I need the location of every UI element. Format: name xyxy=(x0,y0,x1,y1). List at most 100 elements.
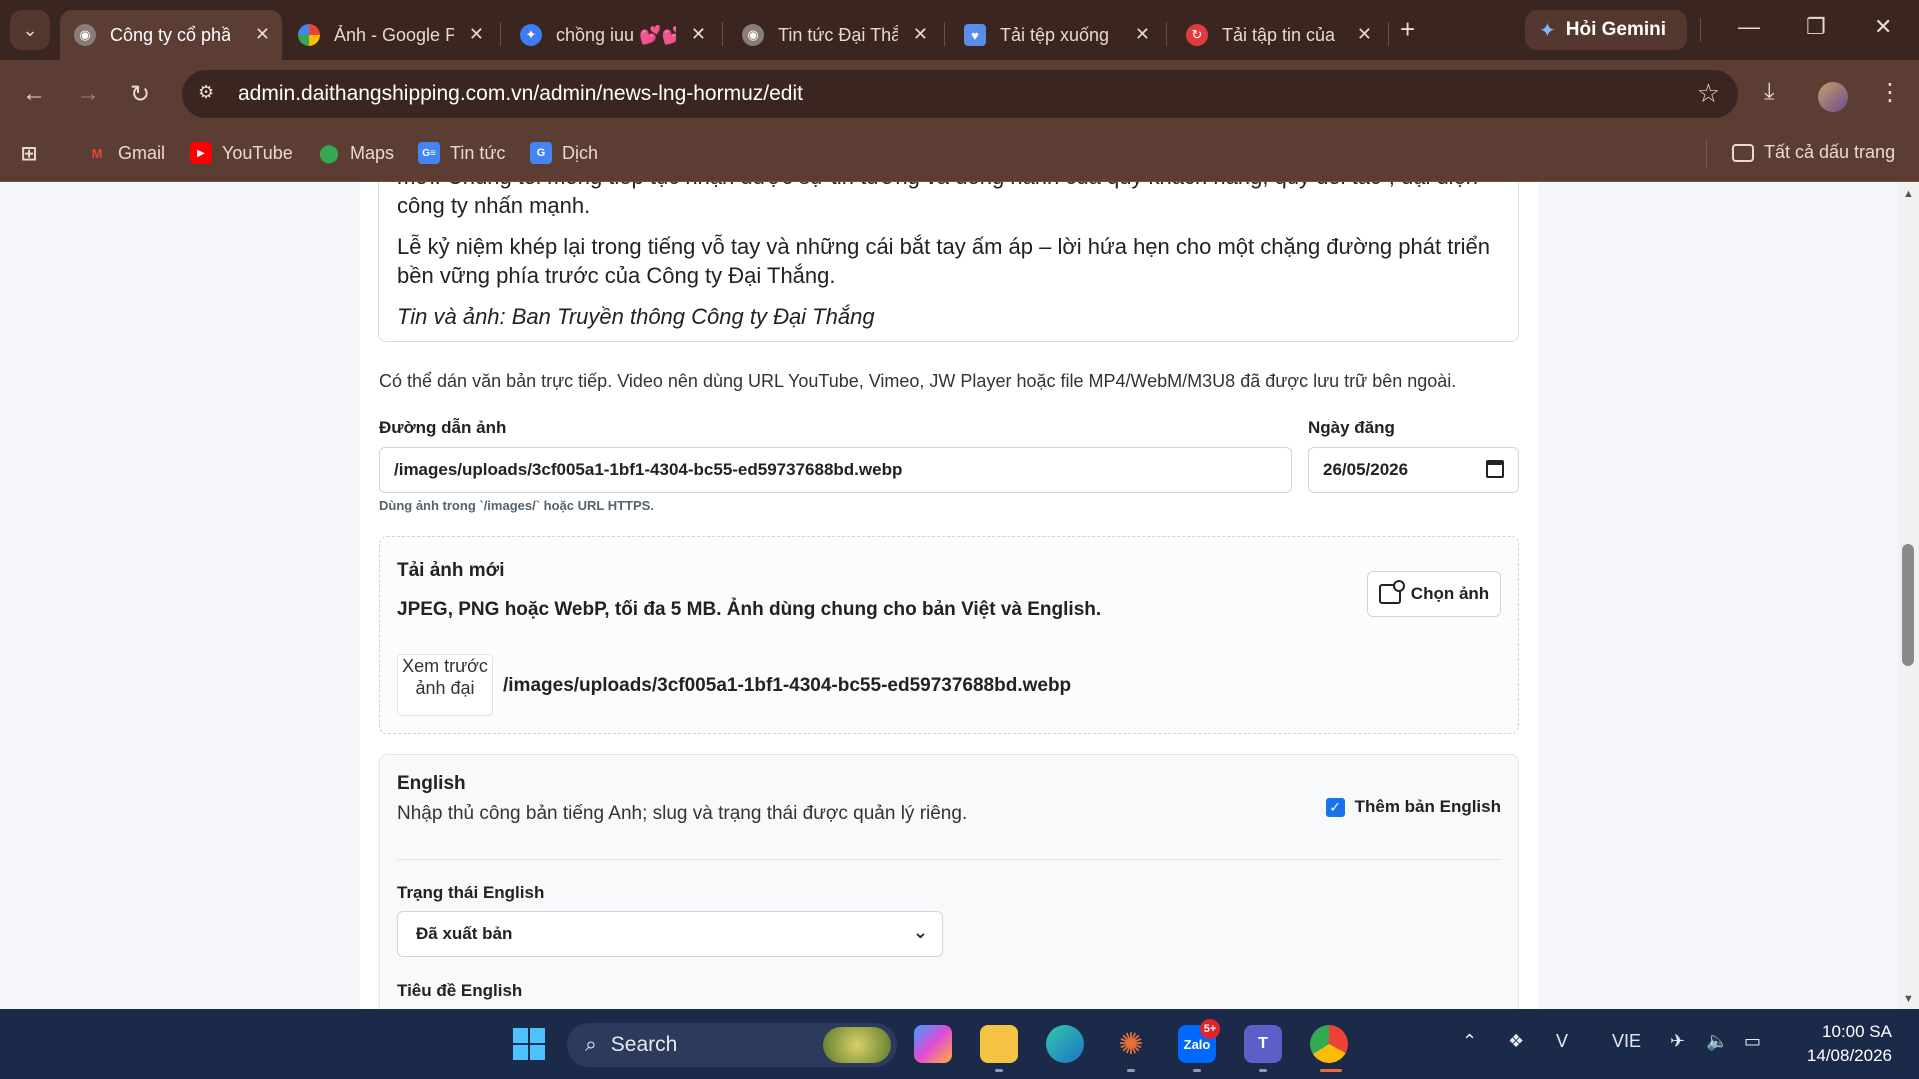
bookmark-tin-tuc[interactable]: G≡ Tin tức xyxy=(418,142,505,164)
scrollbar-thumb[interactable] xyxy=(1902,544,1914,666)
bookmark-dich[interactable]: G Dịch xyxy=(530,142,598,164)
claude-icon[interactable]: ✺ xyxy=(1112,1025,1150,1063)
windows-start-icon[interactable] xyxy=(510,1025,548,1063)
forward-icon[interactable]: → xyxy=(76,80,100,108)
messenger-icon: ✦ xyxy=(520,24,542,46)
bookmark-youtube[interactable]: ▶ YouTube xyxy=(190,142,293,164)
search-highlight-image xyxy=(823,1027,891,1063)
page-viewport: mới. Chúng tôi mong tiếp tục nhận được s… xyxy=(0,182,1919,1009)
browser-toolbar: ← → ↻ ⚙ admin.daithangshipping.com.vn/ad… xyxy=(0,60,1919,128)
copilot-icon[interactable] xyxy=(914,1025,952,1063)
gemini-icon: ✦ xyxy=(1539,19,1556,42)
english-status-select[interactable]: Đã xuất bản ⌄ xyxy=(397,911,943,957)
scroll-down-icon[interactable]: ▼ xyxy=(1903,993,1914,1005)
menu-dots-icon[interactable]: ⋮ xyxy=(1878,78,1902,107)
publish-date-input[interactable]: 26/05/2026 xyxy=(1308,447,1519,493)
close-icon[interactable]: ✕ xyxy=(1135,24,1150,45)
close-icon[interactable]: ✕ xyxy=(1357,24,1372,45)
reload-icon[interactable]: ↻ xyxy=(130,80,150,109)
tab-divider xyxy=(1700,18,1701,42)
checkbox-checked-icon[interactable]: ✓ xyxy=(1325,797,1345,817)
address-bar[interactable]: ⚙ admin.daithangshipping.com.vn/admin/ne… xyxy=(182,70,1738,118)
close-icon[interactable]: ✕ xyxy=(255,24,270,45)
image-path-hint: Dùng ảnh trong `/images/` hoặc URL HTTPS… xyxy=(379,498,654,513)
upload-title: Tải ảnh mới xyxy=(397,560,505,581)
editor-hint: Có thể dán văn bản trực tiếp. Video nên … xyxy=(379,371,1457,391)
tab-google-photos[interactable]: Ảnh - Google Photos ✕ xyxy=(284,10,496,60)
tab-divider xyxy=(1166,22,1167,46)
tab-download[interactable]: ♥ Tải tệp xuống ✕ xyxy=(950,10,1162,60)
close-icon[interactable]: ✕ xyxy=(469,24,484,45)
edge-icon[interactable] xyxy=(1046,1025,1084,1063)
english-title-label: Tiêu đề English xyxy=(397,981,523,1000)
back-icon[interactable]: ← xyxy=(22,80,46,108)
teams-icon[interactable]: T xyxy=(1244,1025,1282,1063)
divider xyxy=(397,859,1501,860)
minimize-icon[interactable]: — xyxy=(1738,14,1760,40)
volume-icon[interactable]: 🔈 xyxy=(1706,1031,1728,1052)
bookmarks-bar: ⊞ M Gmail ▶ YouTube ⬤ Maps G≡ Tin tức G … xyxy=(0,128,1919,182)
editor-paragraph: Lễ kỷ niệm khép lại trong tiếng vỗ tay v… xyxy=(397,234,1491,288)
rich-text-editor[interactable]: mới. Chúng tôi mong tiếp tục nhận được s… xyxy=(378,182,1519,342)
google-news-icon: G≡ xyxy=(418,142,440,164)
globe-icon: ◉ xyxy=(742,24,764,46)
bookmark-gmail[interactable]: M Gmail xyxy=(86,142,165,164)
tab-cong-ty[interactable]: ◉ Công ty cổ phần ✕ xyxy=(60,10,282,60)
image-path-input[interactable]: /images/uploads/3cf005a1-1bf1-4304-bc55-… xyxy=(379,447,1292,493)
airplane-mode-icon[interactable]: ✈ xyxy=(1670,1031,1685,1052)
chevron-down-icon: ⌄ xyxy=(912,922,928,942)
file-explorer-icon[interactable] xyxy=(980,1025,1018,1063)
close-window-icon[interactable]: ✕ xyxy=(1874,14,1892,40)
taskbar-search[interactable]: ⌕ Search xyxy=(567,1023,897,1067)
heart-icon: ♥ xyxy=(964,24,986,46)
show-hidden-icons[interactable]: ⌃ xyxy=(1462,1031,1477,1052)
tab-upload[interactable]: ↻ Tải tập tin của ✕ xyxy=(1172,10,1384,60)
tab-divider xyxy=(722,22,723,46)
english-title: English xyxy=(397,773,466,794)
system-clock[interactable]: 10:00 SA 14/08/2026 xyxy=(1807,1020,1892,1068)
windows-taskbar: ⌕ Search ✺ Zalo 5+ T ⌃ ❖ V VIE ✈ 🔈 ▭ 10:… xyxy=(0,1009,1919,1079)
choose-image-button[interactable]: Chọn ảnh xyxy=(1367,571,1501,617)
close-icon[interactable]: ✕ xyxy=(913,24,928,45)
tab-tin-tuc[interactable]: ◉ Tin tức Đại Thắng ✕ xyxy=(728,10,940,60)
image-preview: Xem trước ảnh đại xyxy=(397,654,493,716)
bookmark-maps[interactable]: ⬤ Maps xyxy=(318,142,394,164)
battery-icon[interactable]: ▭ xyxy=(1744,1031,1761,1052)
running-indicator xyxy=(1193,1069,1201,1072)
download-icon[interactable]: ⤓ xyxy=(1764,78,1775,106)
tab-messenger[interactable]: ✦ chồng iuu 💕💕 ✕ xyxy=(506,10,718,60)
calendar-icon[interactable] xyxy=(1486,460,1504,478)
v-app-icon[interactable]: V xyxy=(1556,1031,1568,1052)
edit-form-panel: mới. Chúng tôi mong tiếp tục nhận được s… xyxy=(360,182,1538,1009)
apps-grid-icon[interactable]: ⊞ xyxy=(18,142,40,165)
scroll-up-icon[interactable]: ▲ xyxy=(1903,188,1914,200)
close-icon[interactable]: ✕ xyxy=(691,24,706,45)
restore-icon[interactable]: ❐ xyxy=(1806,14,1826,40)
english-status-label: Trạng thái English xyxy=(397,883,545,902)
chrome-icon[interactable] xyxy=(1310,1025,1348,1063)
page-scrollbar[interactable]: ▲ ▼ xyxy=(1898,182,1919,1009)
site-settings-icon[interactable]: ⚙ xyxy=(198,82,222,106)
preview-path: /images/uploads/3cf005a1-1bf1-4304-bc55-… xyxy=(503,675,1072,696)
add-english-toggle[interactable]: ✓ Thêm bản English xyxy=(1325,797,1501,817)
editor-paragraph: công ty nhấn mạnh. xyxy=(397,193,591,218)
translate-icon: G xyxy=(530,142,552,164)
input-language[interactable]: VIE xyxy=(1612,1031,1641,1052)
gmail-icon: M xyxy=(91,145,103,161)
add-image-icon xyxy=(1378,580,1405,604)
all-bookmarks-button[interactable]: Tất cả dấu trang xyxy=(1732,142,1895,163)
tab-divider xyxy=(1388,22,1389,46)
search-icon: ⌕ xyxy=(585,1033,597,1056)
running-indicator xyxy=(1127,1069,1135,1072)
bookmarks-divider xyxy=(1706,140,1707,168)
tab-divider xyxy=(500,22,501,46)
running-indicator xyxy=(1259,1069,1267,1072)
profile-avatar[interactable] xyxy=(1818,82,1848,112)
tab-search-button[interactable]: ⌄ xyxy=(10,10,50,50)
dropbox-icon[interactable]: ❖ xyxy=(1508,1031,1524,1052)
globe-icon: ◉ xyxy=(74,24,96,46)
bookmark-star-icon[interactable]: ☆ xyxy=(1697,78,1720,109)
tab-divider xyxy=(944,22,945,46)
ask-gemini-button[interactable]: ✦ Hỏi Gemini xyxy=(1525,10,1687,50)
new-tab-icon[interactable]: + xyxy=(1400,14,1415,45)
